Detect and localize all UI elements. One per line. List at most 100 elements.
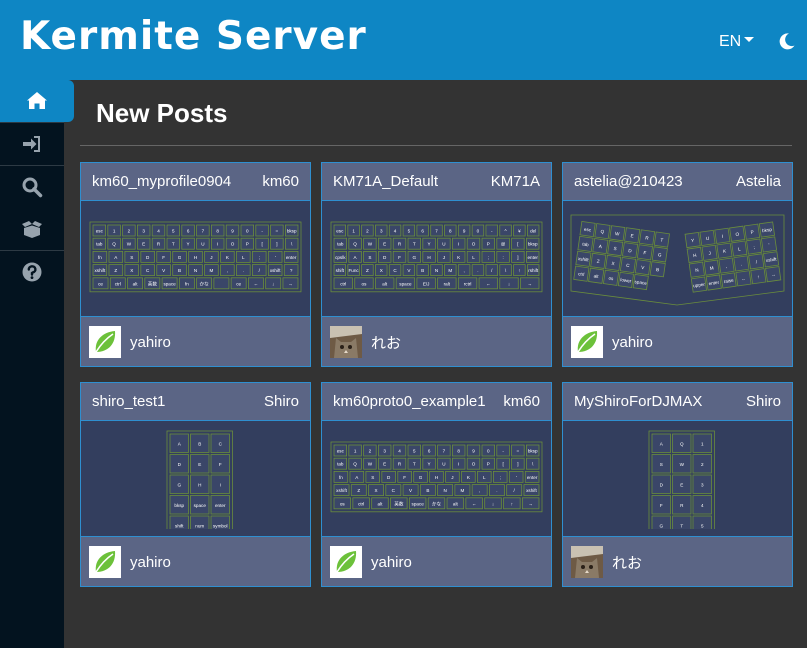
key xyxy=(213,277,230,290)
moon-icon[interactable] xyxy=(778,32,796,50)
key: B xyxy=(172,264,187,276)
project-name: km60 xyxy=(503,393,540,410)
key: tab xyxy=(333,457,348,470)
card-header: astelia@210423 Astelia xyxy=(563,163,792,200)
key: Y xyxy=(422,457,436,470)
key-label: ctrl xyxy=(358,501,364,506)
key: enter xyxy=(705,274,722,291)
key: O xyxy=(466,457,481,470)
key-label: T xyxy=(413,242,416,247)
key: O xyxy=(729,225,746,242)
key: A xyxy=(349,471,365,483)
post-card[interactable]: km60proto0_example1 km60 esc 1 2 3 4 5 6 7 8 9 0 - = bk… xyxy=(321,382,552,587)
key: G xyxy=(413,471,428,483)
key-label: ] xyxy=(276,242,277,247)
card-footer: yahiro xyxy=(563,318,792,366)
key-label: tab xyxy=(337,242,344,247)
key: ce xyxy=(92,277,109,290)
key: . xyxy=(236,264,251,276)
key: \ xyxy=(525,457,540,470)
keyboard-preview: esc 1 2 3 4 5 6 7 8 9 0- ^ ¥ del tab Q W E R T Y U I O P @ [bksp cp… xyxy=(322,200,551,317)
key: xshift xyxy=(523,484,540,496)
key: C xyxy=(388,264,402,276)
post-card[interactable]: astelia@210423 Astelia esc Q W E R Ttab A S D F Gxsh… xyxy=(562,162,793,367)
key: E xyxy=(190,454,210,474)
key-label: E xyxy=(198,462,201,467)
language-selector[interactable]: EN xyxy=(719,33,755,51)
key: shift xyxy=(169,515,189,535)
key: K xyxy=(461,471,476,483)
key-label: I xyxy=(458,242,459,247)
key: N xyxy=(437,484,454,496)
post-card[interactable]: MyShiroForDJMAX Shiro A Q 1 S W 2 D E 3 F R 4 G T 5 れお xyxy=(562,382,793,587)
key-label: I xyxy=(458,462,459,467)
key-label: Q xyxy=(112,242,116,247)
sidebar-item-search[interactable] xyxy=(0,166,64,208)
key-label: 9 xyxy=(472,449,475,454)
key: alt xyxy=(588,267,605,284)
key-label: B xyxy=(426,488,429,493)
key: Z xyxy=(590,252,607,269)
key: ; xyxy=(481,251,496,263)
key: 4 xyxy=(692,495,712,515)
key-label: E xyxy=(142,242,145,247)
key: ; xyxy=(251,251,267,263)
key: O xyxy=(466,237,481,250)
key: → xyxy=(765,266,782,283)
key: enter xyxy=(525,251,540,263)
key: Q xyxy=(348,457,362,470)
key-label: 英数 xyxy=(148,280,158,287)
key-label: → xyxy=(288,281,293,286)
card-footer: れお xyxy=(322,318,551,366)
key-label: xshift xyxy=(526,488,537,493)
card-footer: yahiro xyxy=(81,318,310,366)
key-label: alt xyxy=(382,281,388,286)
key-label: ↑ xyxy=(518,268,520,273)
key-label: F xyxy=(660,503,663,508)
key: alt xyxy=(371,497,389,510)
key: H xyxy=(429,471,444,483)
key: tab xyxy=(92,237,107,250)
key: E xyxy=(672,474,692,494)
key: ' xyxy=(508,471,524,483)
key: 9 xyxy=(225,224,240,237)
key: J xyxy=(701,244,718,261)
sidebar-item-projects[interactable] xyxy=(0,208,64,250)
key-label: . xyxy=(496,488,497,493)
key-label: O xyxy=(472,242,476,247)
key: 8 xyxy=(452,444,466,457)
key-label: fn xyxy=(98,255,102,260)
key: G xyxy=(651,515,671,535)
key-label: Y xyxy=(428,462,431,467)
key: , xyxy=(718,257,735,274)
sidebar-item-help[interactable] xyxy=(0,251,64,293)
key: enter xyxy=(524,471,540,483)
key-label: ] xyxy=(517,255,518,260)
key: H xyxy=(422,251,436,263)
project-name: Shiro xyxy=(745,393,781,410)
app-title[interactable]: Kermite Server xyxy=(20,14,367,59)
key: 0 xyxy=(481,444,496,457)
key-label: L xyxy=(242,255,245,260)
key: ↑ xyxy=(513,264,526,276)
key-label: ↓ xyxy=(272,281,274,286)
post-card[interactable]: shiro_test1 Shiro A B C D E F G H Ibksp space enter s… xyxy=(80,382,311,587)
card-header: shiro_test1 Shiro xyxy=(81,383,310,420)
key: P xyxy=(481,237,496,250)
post-card[interactable]: KM71A_Default KM71A esc 1 2 3 4 5 6 7 8 9 0- ^ ¥ del tab… xyxy=(321,162,552,367)
key: @ xyxy=(496,237,510,250)
card-footer: れお xyxy=(563,538,792,586)
key: N xyxy=(188,264,203,276)
key: xshift xyxy=(267,264,283,276)
key: ] xyxy=(270,237,284,250)
key: G xyxy=(172,251,187,263)
post-card[interactable]: km60_myprofile0904 km60 esc 1 2 3 4 5 6 7 8 9 0 - = bks… xyxy=(80,162,311,367)
key-label: ctrl xyxy=(340,281,346,286)
sidebar-item-login[interactable] xyxy=(0,123,64,165)
key-label: かな xyxy=(200,280,210,287)
key: G xyxy=(651,246,668,263)
key-label: J xyxy=(451,475,453,480)
sidebar-item-home[interactable] xyxy=(0,80,74,122)
key-label: W xyxy=(680,462,685,467)
key: - xyxy=(485,224,498,237)
